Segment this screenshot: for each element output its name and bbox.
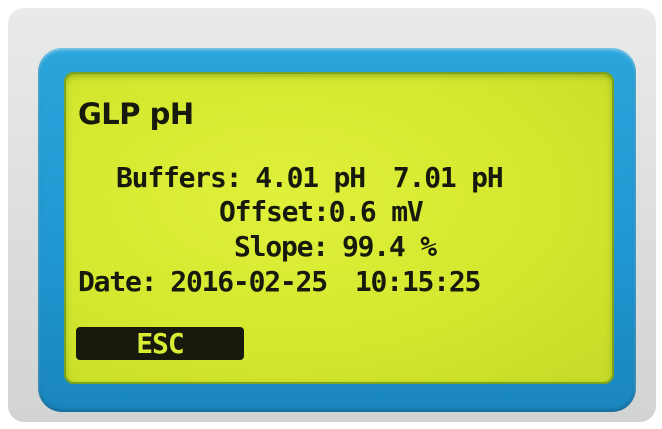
screen-title: GLP pH <box>78 97 194 131</box>
buffers-label: Buffers: <box>116 161 242 194</box>
buffer-1-value: 4.01 pH <box>255 161 366 194</box>
slope-row: Slope: 99.4 % <box>234 230 437 263</box>
date-row: Date: 2016-02-25 10:15:25 <box>78 265 481 298</box>
offset-value: 0.6 mV <box>328 195 424 228</box>
slope-value: 99.4 % <box>341 230 437 263</box>
date-label: Date: <box>78 265 158 298</box>
esc-softkey[interactable]: ESC <box>76 327 244 360</box>
offset-row: Offset:0.6 mV <box>219 195 424 228</box>
esc-softkey-label: ESC <box>136 327 185 360</box>
offset-label: Offset: <box>219 195 330 228</box>
date-value: 2016-02-25 <box>170 265 328 298</box>
time-value: 10:15:25 <box>354 265 481 298</box>
buffers-row: Buffers: 4.01 pH 7.01 pH <box>116 161 504 194</box>
slope-label: Slope: <box>234 230 329 263</box>
meter-housing: GLP pH Buffers: 4.01 pH 7.01 pH Offset:0.6… <box>8 8 656 422</box>
lcd-screen: GLP pH Buffers: 4.01 pH 7.01 pH Offset:0.6… <box>64 72 614 384</box>
buffer-2-value: 7.01 pH <box>392 161 504 194</box>
